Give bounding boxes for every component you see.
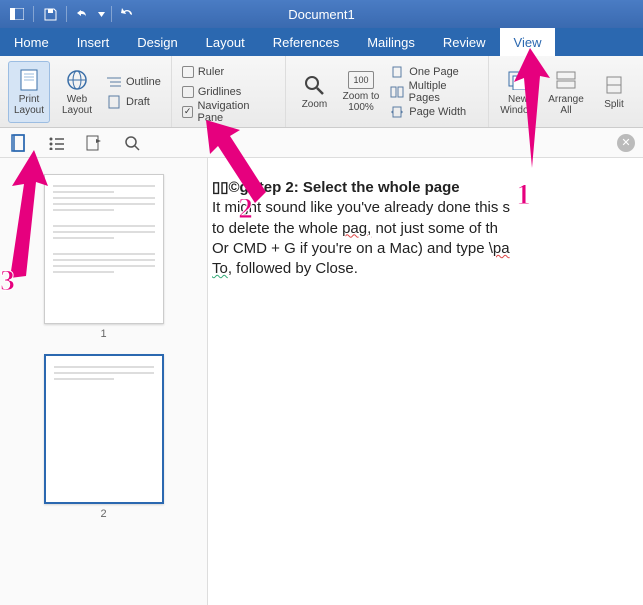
arrange-all-icon <box>554 68 578 92</box>
web-layout-button[interactable]: Web Layout <box>56 61 98 123</box>
arrange-all-button[interactable]: Arrange All <box>545 61 587 123</box>
ribbon-group-window: New Window Arrange All Split <box>489 56 643 127</box>
redo-icon[interactable] <box>117 4 139 24</box>
page-number-1: 1 <box>0 328 207 340</box>
page-thumbnail-2[interactable] <box>44 354 164 504</box>
multiple-pages-icon <box>389 85 404 99</box>
thumbnails-tab-icon[interactable] <box>8 133 28 153</box>
headings-tab-icon[interactable] <box>46 133 66 153</box>
ribbon-group-show: Ruler Gridlines ✓Navigation Pane <box>172 56 286 127</box>
search-tab-icon[interactable] <box>122 133 142 153</box>
page-width-icon <box>389 105 405 119</box>
draft-icon <box>106 95 122 109</box>
navigation-pane: 1 2 <box>0 158 208 605</box>
one-page-icon <box>389 65 405 79</box>
ribbon-group-zoom: Zoom 100 Zoom to 100% One Page Multiple … <box>286 56 489 127</box>
undo-dropdown-icon[interactable] <box>96 4 106 24</box>
new-window-icon <box>506 68 530 92</box>
split-icon <box>602 73 626 97</box>
page-width-button[interactable]: Page Width <box>387 103 480 121</box>
document-line: It might sound like you've already done … <box>212 198 643 218</box>
undo-icon[interactable] <box>72 4 94 24</box>
web-layout-icon <box>65 68 89 92</box>
close-navpane-button[interactable]: ✕ <box>617 134 635 152</box>
panel-toggle-icon[interactable] <box>6 4 28 24</box>
print-layout-icon <box>17 68 41 92</box>
save-icon[interactable] <box>39 4 61 24</box>
outline-icon <box>106 75 122 89</box>
split-button[interactable]: Split <box>593 61 635 123</box>
ruler-checkbox[interactable]: Ruler <box>180 63 277 81</box>
document-body[interactable]: ▯▯©gStep 2: Select the whole page It mig… <box>208 158 643 605</box>
tab-review[interactable]: Review <box>429 28 500 56</box>
gridlines-checkbox[interactable]: Gridlines <box>180 83 277 101</box>
tab-layout[interactable]: Layout <box>192 28 259 56</box>
document-line: To, followed by Close. <box>212 259 643 279</box>
ribbon: Print Layout Web Layout Outline Draft Ru… <box>0 56 643 128</box>
zoom-button[interactable]: Zoom <box>294 61 335 123</box>
zoom-100-icon: 100 <box>348 71 374 89</box>
one-page-button[interactable]: One Page <box>387 63 480 81</box>
tab-home[interactable]: Home <box>0 28 63 56</box>
checkbox-checked-icon: ✓ <box>182 106 194 118</box>
zoom-100-button[interactable]: 100 Zoom to 100% <box>341 61 382 123</box>
title-bar: Document1 <box>0 0 643 28</box>
document-heading: ▯▯©gStep 2: Select the whole page <box>212 178 643 198</box>
navigation-pane-checkbox[interactable]: ✓Navigation Pane <box>180 103 277 121</box>
ribbon-tabs: Home Insert Design Layout References Mai… <box>0 28 643 56</box>
document-line: to delete the whole pag, not just some o… <box>212 219 643 239</box>
tab-mailings[interactable]: Mailings <box>353 28 429 56</box>
page-thumbnail-1[interactable] <box>44 174 164 324</box>
review-tab-icon[interactable] <box>84 133 104 153</box>
tab-design[interactable]: Design <box>123 28 191 56</box>
tab-view[interactable]: View <box>500 28 556 56</box>
checkbox-icon <box>182 66 194 78</box>
page-number-2: 2 <box>0 508 207 520</box>
outline-button[interactable]: Outline <box>104 73 163 91</box>
ribbon-group-views: Print Layout Web Layout Outline Draft <box>0 56 172 127</box>
new-window-button[interactable]: New Window <box>497 61 539 123</box>
tab-insert[interactable]: Insert <box>63 28 124 56</box>
navpane-toolbar: ✕ <box>0 128 643 158</box>
document-title: Document1 <box>288 7 354 22</box>
checkbox-icon <box>182 86 194 98</box>
close-icon: ✕ <box>621 136 630 149</box>
multiple-pages-button[interactable]: Multiple Pages <box>387 83 480 101</box>
main-area: 1 2 ▯▯©gStep 2: Select the whole page It… <box>0 158 643 605</box>
document-line: Or CMD + G if you're on a Mac) and type … <box>212 239 643 259</box>
zoom-icon <box>302 73 326 97</box>
print-layout-button[interactable]: Print Layout <box>8 61 50 123</box>
draft-button[interactable]: Draft <box>104 93 163 111</box>
tab-references[interactable]: References <box>259 28 353 56</box>
